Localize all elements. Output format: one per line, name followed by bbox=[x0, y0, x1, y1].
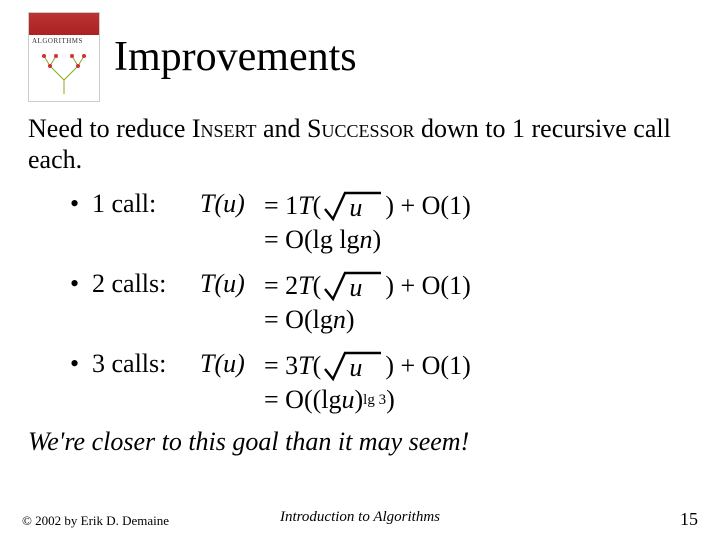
bullet-2: • 2 calls: T(u) = 2 T ( u ) + O(1) = O( bbox=[70, 269, 692, 337]
eq2-end: ) bbox=[346, 303, 355, 337]
book-cover-thumbnail: ALGORITHMS bbox=[28, 12, 100, 102]
eq3-res: = O((lg bbox=[264, 383, 341, 417]
eq2-line1: = 2 T ( u ) + O(1) bbox=[264, 269, 471, 303]
bullet-list: • 1 call: T(u) = 1 T ( u ) + O(1) = O(l bbox=[70, 189, 692, 417]
lead-1: 1 call: bbox=[92, 189, 200, 219]
tree-icon bbox=[38, 52, 90, 94]
footer-course-title: Introduction to Algorithms bbox=[0, 509, 720, 526]
bullet-1: • 1 call: T(u) = 1 T ( u ) + O(1) = O(l bbox=[70, 189, 692, 257]
intro-insert: Insert bbox=[192, 114, 257, 143]
lead-2: 2 calls: bbox=[92, 269, 200, 299]
u: u bbox=[223, 269, 236, 298]
eq3-T: T bbox=[298, 349, 312, 383]
intro-text: Need to reduce Insert and Successor down… bbox=[28, 114, 692, 175]
eqcol-1: = 1 T ( u ) + O(1) = O(lg lg n) bbox=[264, 189, 471, 257]
sqrt-3: u bbox=[323, 349, 383, 383]
slide-title: Improvements bbox=[114, 33, 357, 81]
eq2-n: n bbox=[333, 303, 346, 337]
eq3-line1: = 3 T ( u ) + O(1) bbox=[264, 349, 471, 383]
bullet-dot: • bbox=[70, 269, 92, 299]
eq3-pre: = 3 bbox=[264, 349, 298, 383]
eq2-post: ) + O(1) bbox=[385, 269, 470, 303]
tu-2: T(u) bbox=[200, 269, 264, 299]
intro-pre: Need to reduce bbox=[28, 114, 192, 143]
eq3-u: u bbox=[341, 383, 354, 417]
eq1-res: = O(lg lg bbox=[264, 223, 360, 257]
eq3-paren: ( bbox=[313, 349, 322, 383]
T: T bbox=[200, 349, 214, 378]
eq3-sup: lg 3 bbox=[363, 383, 386, 417]
eq1-post: ) + O(1) bbox=[385, 189, 470, 223]
intro-successor: Successor bbox=[307, 114, 415, 143]
lead-3: 3 calls: bbox=[92, 349, 200, 379]
slide: ALGORITHMS bbox=[0, 0, 720, 540]
eqcol-3: = 3 T ( u ) + O(1) = O((lg u) lg 3) bbox=[264, 349, 471, 417]
eqcol-2: = 2 T ( u ) + O(1) = O(lg n) bbox=[264, 269, 471, 337]
sqrt-2: u bbox=[323, 269, 383, 303]
eq2-T: T bbox=[298, 269, 312, 303]
bullet-dot: • bbox=[70, 189, 92, 219]
eq2-pre: = 2 bbox=[264, 269, 298, 303]
eq1-end: ) bbox=[373, 223, 382, 257]
eq2-line2: = O(lg n) bbox=[264, 303, 471, 337]
intro-mid: and bbox=[256, 114, 307, 143]
sqrt-arg-2: u bbox=[349, 271, 362, 305]
eq2-res: = O(lg bbox=[264, 303, 333, 337]
thumb-red-band bbox=[29, 13, 99, 35]
tu-3: T(u) bbox=[200, 349, 264, 379]
slide-footer: © 2002 by Erik D. Demaine Introduction t… bbox=[0, 509, 720, 530]
eq3-end: ) bbox=[386, 383, 395, 417]
bullet-dot: • bbox=[70, 349, 92, 379]
thumb-tree-art bbox=[29, 45, 99, 101]
T: T bbox=[200, 269, 214, 298]
sqrt-1: u bbox=[323, 189, 383, 223]
eq1-T: T bbox=[298, 189, 312, 223]
eq3-post: ) + O(1) bbox=[385, 349, 470, 383]
sqrt-arg-3: u bbox=[349, 351, 362, 385]
slide-header: ALGORITHMS bbox=[28, 12, 692, 102]
tu-1: T(u) bbox=[200, 189, 264, 219]
u: u bbox=[223, 189, 236, 218]
thumb-title: ALGORITHMS bbox=[29, 35, 99, 45]
eq1-n: n bbox=[360, 223, 373, 257]
u: u bbox=[223, 349, 236, 378]
sqrt-arg-1: u bbox=[349, 191, 362, 225]
T: T bbox=[200, 189, 214, 218]
eq3-mid: ) bbox=[354, 383, 363, 417]
closing-remark: We're closer to this goal than it may se… bbox=[28, 427, 692, 457]
eq1-line2: = O(lg lg n) bbox=[264, 223, 471, 257]
eq1-paren: ( bbox=[313, 189, 322, 223]
eq1-line1: = 1 T ( u ) + O(1) bbox=[264, 189, 471, 223]
eq2-paren: ( bbox=[313, 269, 322, 303]
bullet-3: • 3 calls: T(u) = 3 T ( u ) + O(1) = O( bbox=[70, 349, 692, 417]
eq1-pre: = 1 bbox=[264, 189, 298, 223]
eq3-line2: = O((lg u) lg 3) bbox=[264, 383, 471, 417]
